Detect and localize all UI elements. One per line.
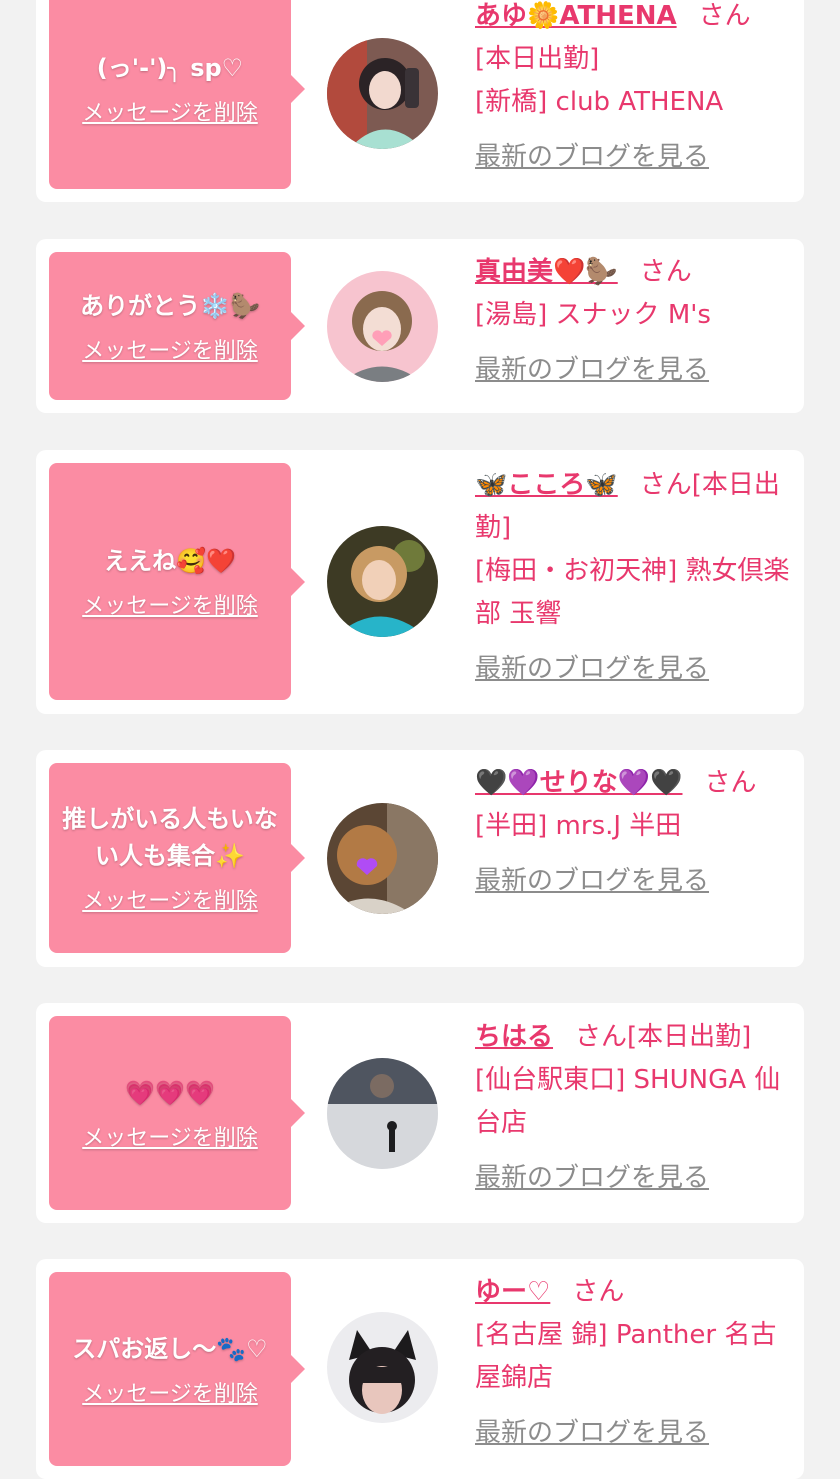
latest-blog-link[interactable]: 最新のブログを見る — [475, 1412, 709, 1455]
cast-info: 真由美❤️🦫 さん [湯島] スナック M's 最新のブログを見る — [475, 251, 793, 392]
honorific-label: さん — [572, 1277, 625, 1307]
message-text: スパお返し〜🐾♡ — [72, 1334, 268, 1363]
cast-name-line: ちはる さん[本日出勤] — [475, 1016, 793, 1059]
cast-avatar[interactable] — [327, 1312, 438, 1423]
cast-info: ゆー♡ さん [名古屋 錦] Panther 名古屋錦店 最新のブログを見る — [475, 1271, 793, 1455]
delete-message-link[interactable]: メッセージを削除 — [82, 1376, 258, 1408]
cast-avatar[interactable] — [327, 803, 438, 914]
message-bubble: ええね🥰❤️ メッセージを削除 — [49, 463, 305, 700]
avatar-photo — [327, 1312, 438, 1423]
cast-name-link[interactable]: ゆー♡ — [475, 1277, 550, 1307]
message-text: 💗💗💗 — [125, 1078, 215, 1107]
message-text: ありがとう❄️🦫 — [80, 291, 260, 320]
honorific-label: さん — [639, 470, 692, 500]
message-text: 推しがいる人もいない人も集合✨ — [62, 805, 278, 870]
cast-status: [本日出勤] — [627, 1022, 752, 1052]
cast-name-line: ゆー♡ さん — [475, 1271, 793, 1314]
avatar-photo — [327, 271, 438, 382]
latest-blog-link[interactable]: 最新のブログを見る — [475, 349, 709, 392]
honorific-label: さん — [575, 1022, 628, 1052]
message-card: 推しがいる人もいない人も集合✨ メッセージを削除 🖤💜せりな💜🖤 さん [半田] … — [36, 750, 804, 967]
delete-message-link[interactable]: メッセージを削除 — [82, 95, 258, 127]
cast-avatar[interactable] — [327, 1058, 438, 1169]
shop-location: [半田] mrs.J 半田 — [475, 811, 682, 841]
cast-avatar[interactable] — [327, 526, 438, 637]
message-bubble: 推しがいる人もいない人も集合✨ メッセージを削除 — [49, 763, 305, 953]
message-text: (っ'-')╮ sp♡ — [96, 54, 244, 82]
message-card: スパお返し〜🐾♡ メッセージを削除 ゆー♡ さん [名古屋 錦] Panther … — [36, 1259, 804, 1479]
message-bubble: (っ'-')╮ sp♡ メッセージを削除 — [49, 0, 305, 189]
cast-avatar[interactable] — [327, 271, 438, 382]
cast-name-line: あゆ🌼ATHENA さん — [475, 0, 793, 38]
shop-location: [名古屋 錦] Panther 名古屋錦店 — [475, 1320, 777, 1393]
cast-name-link[interactable]: あゆ🌼ATHENA — [475, 1, 677, 31]
message-card: ええね🥰❤️ メッセージを削除 🦋こころ🦋 さん[本日出勤] [梅田・お初天神] … — [36, 450, 804, 714]
shop-location: [仙台駅東口] SHUNGA 仙台店 — [475, 1065, 781, 1138]
message-card: ありがとう❄️🦫 メッセージを削除 真由美❤️🦫 さん [湯島] スナック M's… — [36, 239, 804, 413]
avatar-photo — [327, 1058, 438, 1169]
cast-avatar[interactable] — [327, 38, 438, 149]
cast-name-link[interactable]: 🖤💜せりな💜🖤 — [475, 768, 683, 798]
delete-message-link[interactable]: メッセージを削除 — [82, 588, 258, 620]
message-card: 💗💗💗 メッセージを削除 ちはる さん[本日出勤] [仙台駅東口] SHUNGA … — [36, 1003, 804, 1223]
cast-name-link[interactable]: 🦋こころ🦋 — [475, 470, 618, 500]
message-bubble: スパお返し〜🐾♡ メッセージを削除 — [49, 1272, 305, 1466]
avatar-photo — [327, 526, 438, 637]
cast-name-line: 真由美❤️🦫 さん — [475, 251, 793, 294]
cast-info: 🖤💜せりな💜🖤 さん [半田] mrs.J 半田 最新のブログを見る — [475, 762, 793, 903]
cast-name-link[interactable]: ちはる — [475, 1022, 553, 1052]
honorific-label: さん — [639, 257, 692, 287]
honorific-label: さん — [698, 1, 751, 31]
honorific-label: さん — [704, 768, 757, 798]
latest-blog-link[interactable]: 最新のブログを見る — [475, 136, 709, 179]
message-bubble: 💗💗💗 メッセージを削除 — [49, 1016, 305, 1210]
delete-message-link[interactable]: メッセージを削除 — [82, 883, 258, 915]
latest-blog-link[interactable]: 最新のブログを見る — [475, 1157, 709, 1200]
cast-status: [本日出勤] — [475, 44, 600, 74]
shop-location: [湯島] スナック M's — [475, 300, 711, 330]
cast-name-line: 🖤💜せりな💜🖤 さん — [475, 762, 793, 805]
delete-message-link[interactable]: メッセージを削除 — [82, 1120, 258, 1152]
shop-location: [新橋] club ATHENA — [475, 87, 724, 117]
cast-info: ちはる さん[本日出勤] [仙台駅東口] SHUNGA 仙台店 最新のブログを見る — [475, 1016, 793, 1200]
cast-info: あゆ🌼ATHENA さん [本日出勤] [新橋] club ATHENA 最新のブ… — [475, 0, 793, 179]
cast-name-link[interactable]: 真由美❤️🦫 — [475, 257, 618, 287]
message-card: (っ'-')╮ sp♡ メッセージを削除 あゆ🌼ATHENA さん [本日出勤] … — [36, 0, 804, 202]
latest-blog-link[interactable]: 最新のブログを見る — [475, 648, 709, 691]
latest-blog-link[interactable]: 最新のブログを見る — [475, 860, 709, 903]
message-bubble: ありがとう❄️🦫 メッセージを削除 — [49, 252, 305, 400]
cast-name-line: 🦋こころ🦋 さん[本日出勤] — [475, 464, 793, 550]
avatar-photo — [327, 803, 438, 914]
message-text: ええね🥰❤️ — [104, 547, 236, 575]
cast-info: 🦋こころ🦋 さん[本日出勤] [梅田・お初天神] 熟女倶楽部 玉響 最新のブログを… — [475, 464, 793, 691]
shop-location: [梅田・お初天神] 熟女倶楽部 玉響 — [475, 556, 790, 629]
delete-message-link[interactable]: メッセージを削除 — [82, 333, 258, 365]
avatar-photo — [327, 38, 438, 149]
